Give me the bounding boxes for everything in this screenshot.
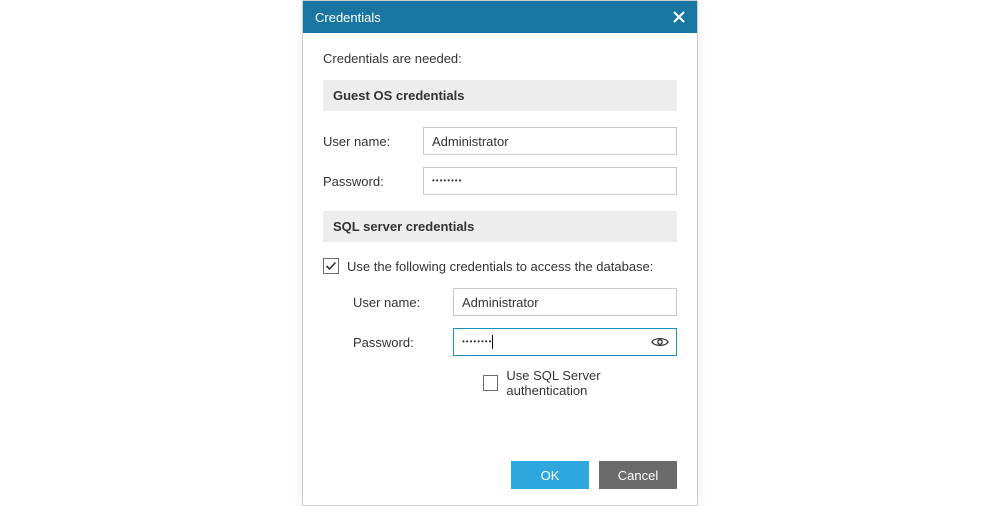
dialog-content: Credentials are needed: Guest OS credent…	[303, 33, 697, 451]
guest-username-input[interactable]	[423, 127, 677, 155]
sql-password-label: Password:	[353, 335, 453, 350]
sql-auth-label[interactable]: Use SQL Server authentication	[506, 368, 677, 398]
guest-username-label: User name:	[323, 134, 423, 149]
sql-auth-checkbox[interactable]	[483, 375, 498, 391]
eye-icon[interactable]	[651, 335, 669, 349]
guest-password-label: Password:	[323, 174, 423, 189]
sql-password-row: Password: ••••••••	[353, 328, 677, 356]
dialog-title: Credentials	[315, 10, 381, 25]
sql-username-row: User name:	[353, 288, 677, 316]
text-cursor	[492, 335, 493, 349]
close-icon[interactable]	[671, 9, 687, 25]
button-row: OK Cancel	[303, 451, 697, 505]
sql-auth-checkbox-row: Use SQL Server authentication	[483, 368, 677, 398]
titlebar: Credentials	[303, 1, 697, 33]
use-creds-checkbox[interactable]	[323, 258, 339, 274]
use-creds-checkbox-row: Use the following credentials to access …	[323, 258, 677, 274]
section-header-guest-os: Guest OS credentials	[323, 80, 677, 111]
password-mask: ••••••••	[432, 177, 462, 185]
sql-password-input[interactable]: ••••••••	[453, 328, 677, 356]
sql-username-input[interactable]	[453, 288, 677, 316]
sql-fields-group: User name: Password: ••••••••	[353, 288, 677, 398]
guest-username-row: User name:	[323, 127, 677, 155]
ok-button[interactable]: OK	[511, 461, 589, 489]
credentials-dialog: Credentials Credentials are needed: Gues…	[302, 0, 698, 506]
guest-password-row: Password: ••••••••	[323, 167, 677, 195]
use-creds-label[interactable]: Use the following credentials to access …	[347, 259, 653, 274]
section-header-sql-server: SQL server credentials	[323, 211, 677, 242]
guest-password-input[interactable]: ••••••••	[423, 167, 677, 195]
password-mask: ••••••••	[462, 338, 492, 346]
cancel-button[interactable]: Cancel	[599, 461, 677, 489]
sql-username-label: User name:	[353, 295, 453, 310]
intro-text: Credentials are needed:	[323, 51, 677, 66]
